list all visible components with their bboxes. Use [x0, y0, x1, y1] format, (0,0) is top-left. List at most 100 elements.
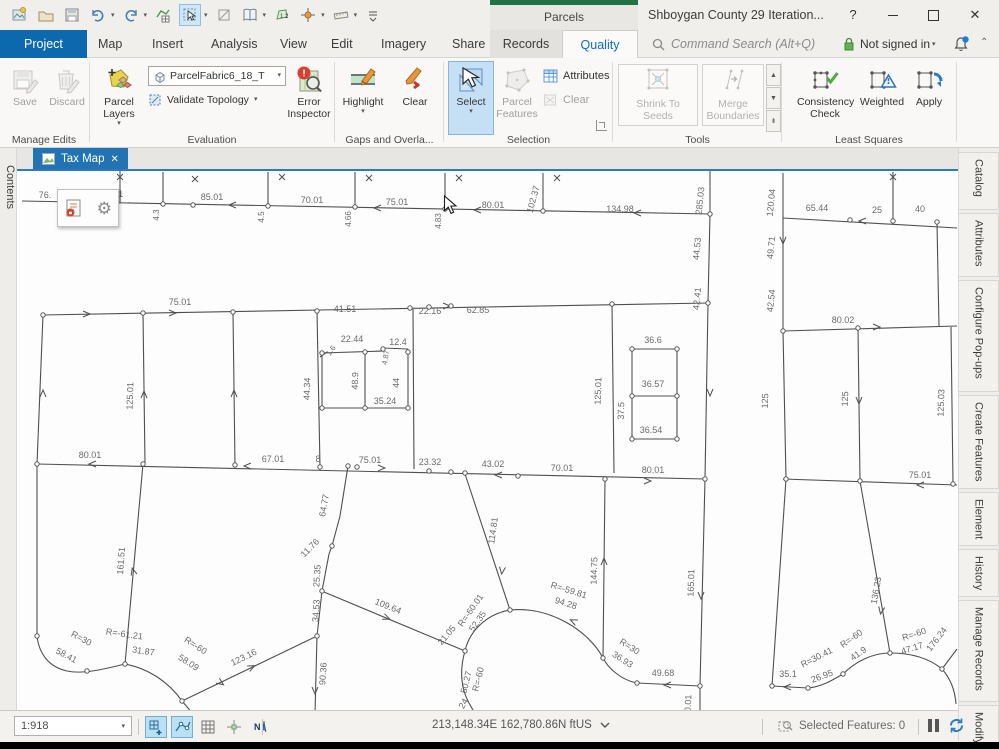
pane-tab-attributes[interactable]: Attributes — [959, 213, 999, 277]
traverse-grid-icon[interactable] — [153, 5, 173, 25]
undo-caret-icon[interactable]: ▾ — [111, 11, 115, 19]
maximize-button[interactable] — [918, 3, 948, 27]
svg-text:161.51: 161.51 — [115, 547, 127, 575]
pane-tab-manage-records[interactable]: Manage Records — [959, 600, 999, 702]
svg-text:12.4: 12.4 — [389, 337, 407, 347]
svg-text:285.03: 285.03 — [694, 186, 707, 214]
tab-analysis[interactable]: Analysis — [197, 30, 272, 58]
highlight-button[interactable]: Highlight ▾ — [340, 62, 386, 115]
tab-insert[interactable]: Insert — [138, 30, 197, 58]
discard-button[interactable]: Discard — [44, 62, 90, 109]
contents-pane-tab[interactable]: Contents — [1, 152, 16, 222]
refresh-map-icon[interactable] — [948, 717, 965, 737]
pane-tab-catalog[interactable]: Catalog — [959, 152, 999, 210]
clip-icon[interactable] — [214, 5, 234, 25]
svg-text:37.5: 37.5 — [616, 402, 627, 420]
svg-text:4.5: 4.5 — [257, 211, 266, 223]
parcel-layers-icon — [104, 64, 134, 96]
project-thumbnail-icon[interactable] — [10, 5, 30, 25]
grid-icon[interactable] — [197, 716, 219, 738]
minimize-button[interactable] — [878, 3, 908, 27]
help-button[interactable]: ? — [838, 3, 868, 27]
pane-tab-history[interactable]: History — [959, 549, 999, 597]
pane-tab-create-features[interactable]: Create Features — [959, 395, 999, 489]
pane-tab-element[interactable]: Element — [959, 492, 999, 546]
north-arrow-icon[interactable]: N — [249, 716, 271, 738]
pane-tab-modify-features[interactable]: Modify Feat — [959, 705, 999, 742]
select-tool-icon[interactable] — [179, 4, 201, 26]
error-inspector-button[interactable]: ! Error Inspector — [286, 62, 332, 121]
select-caret-icon[interactable]: ▾ — [204, 11, 208, 19]
undo-icon[interactable] — [88, 5, 108, 25]
pane-tab-configure-popups[interactable]: Configure Pop-ups — [959, 280, 999, 392]
add-parcel-icon[interactable] — [145, 716, 167, 738]
save-label: Save — [13, 97, 37, 109]
catalog-caret-icon[interactable]: ▾ — [263, 11, 267, 19]
tab-imagery[interactable]: Imagery — [367, 30, 440, 58]
svg-text:41.51: 41.51 — [334, 304, 357, 314]
svg-text:49.68: 49.68 — [652, 668, 675, 678]
svg-text:125: 125 — [760, 393, 771, 408]
pause-drawing-icon[interactable] — [928, 719, 939, 732]
tab-project[interactable]: Project — [0, 30, 87, 58]
select-button[interactable]: Select ▾ — [448, 61, 494, 135]
measure-icon[interactable] — [331, 5, 351, 25]
redo-icon[interactable] — [121, 5, 141, 25]
notifications-bell-icon[interactable] — [952, 35, 970, 58]
weighted-button[interactable]: Weighted — [856, 62, 908, 109]
tab-view[interactable]: View — [266, 30, 321, 58]
record-details-icon[interactable] — [64, 198, 84, 218]
fabric-cube-icon — [153, 70, 166, 83]
svg-text:42.41: 42.41 — [691, 287, 703, 310]
parcel-fabric-combo[interactable]: ParcelFabric6_18_T ▾ — [148, 66, 286, 86]
shrink-to-seeds-button[interactable]: Shrink To Seeds — [618, 64, 698, 126]
tab-edit[interactable]: Edit — [317, 30, 367, 58]
save-project-icon[interactable] — [62, 5, 82, 25]
discard-icon — [53, 64, 81, 96]
qat-customize-icon[interactable] — [363, 5, 383, 25]
attributes-button[interactable]: Attributes — [543, 66, 609, 86]
tab-map[interactable]: Map — [84, 30, 136, 58]
collapse-ribbon-icon[interactable]: ⌃ — [980, 37, 988, 48]
command-search[interactable]: Command Search (Alt+Q) — [652, 30, 815, 58]
coordinate-readout[interactable]: 213,148.34E 162,780.86N ftUS — [432, 719, 610, 731]
measure-caret-icon[interactable]: ▾ — [354, 11, 358, 19]
coordinates-value: 213,148.34E 162,780.86N ftUS — [432, 719, 592, 731]
shrink-to-seeds-label: Shrink To Seeds — [631, 99, 685, 123]
redo-caret-icon[interactable]: ▾ — [144, 11, 148, 19]
validate-topology-button[interactable]: Validate Topology ▾ — [148, 90, 286, 110]
tab-records[interactable]: Records — [490, 30, 562, 58]
gallery-expand-icon[interactable]: ⇟ — [766, 110, 781, 132]
apply-button[interactable]: Apply — [909, 62, 949, 109]
clear-highlight-button[interactable]: Clear — [394, 62, 436, 109]
map-canvas[interactable]: 76.80.0185.0170.0175.0180.014.34.54.664.… — [17, 171, 958, 710]
parcel-layers-button[interactable]: Parcel Layers ▾ — [96, 62, 142, 127]
clear-selection-button[interactable]: Clear — [543, 90, 609, 110]
contextual-group-parcels[interactable]: Parcels — [490, 0, 638, 30]
selected-features-indicator[interactable]: Selected Features: 0 — [778, 719, 905, 733]
svg-text:R=-60: R=-60 — [470, 666, 486, 692]
gallery-up-icon[interactable]: ▲ — [766, 64, 781, 86]
svg-text:58.09: 58.09 — [176, 652, 200, 673]
svg-text:25: 25 — [872, 205, 882, 215]
snapping-icon[interactable] — [171, 716, 193, 738]
catalog-book-icon[interactable] — [240, 5, 260, 25]
sign-in-status[interactable]: Not signed in ▾ — [843, 30, 936, 58]
consistency-check-button[interactable]: Consistency Check — [797, 62, 853, 121]
close-button[interactable]: ✕ — [960, 3, 990, 27]
open-project-icon[interactable] — [36, 5, 56, 25]
scale-combo[interactable]: 1:918 ▾ — [14, 716, 132, 736]
gear-icon[interactable]: ⚙ — [97, 200, 112, 217]
merge-boundaries-button[interactable]: Merge Boundaries — [702, 64, 764, 126]
close-tab-icon[interactable]: ✕ — [110, 154, 118, 165]
parcel-features-button[interactable]: Parcel Features — [494, 62, 540, 121]
tab-quality[interactable]: Quality — [562, 30, 638, 58]
measured-polygon-icon[interactable]: 1 2 — [272, 5, 292, 25]
ground-to-grid-icon[interactable] — [223, 716, 245, 738]
gallery-down-icon[interactable]: ▼ — [766, 87, 781, 109]
explore-caret-icon[interactable]: ▾ — [321, 11, 325, 19]
save-button[interactable]: Save — [2, 62, 48, 109]
selection-dialog-launcher-icon[interactable] — [596, 120, 607, 131]
tax-map-tab[interactable]: Tax Map ✕ — [33, 148, 128, 170]
explore-icon[interactable] — [298, 5, 318, 25]
